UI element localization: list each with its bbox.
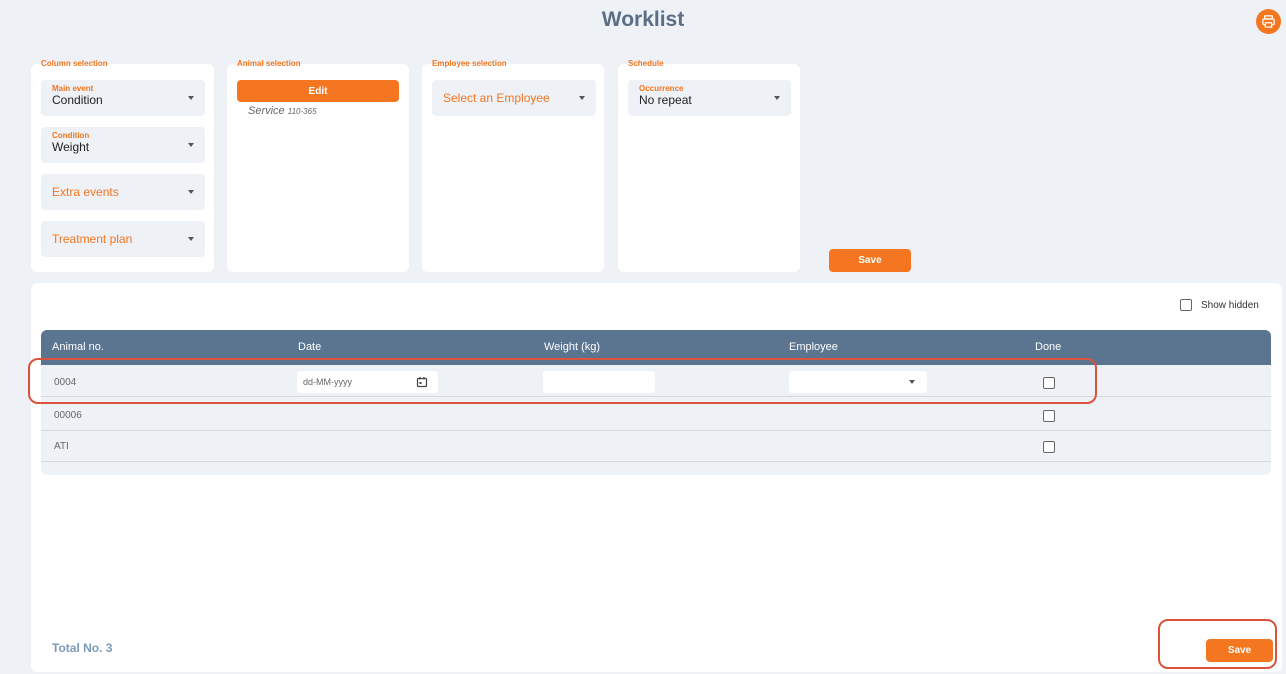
column-selection-label: Column selection <box>41 59 108 68</box>
service-name: Service <box>248 105 285 117</box>
chevron-down-icon <box>188 237 194 241</box>
condition-label: Condition <box>52 131 90 140</box>
column-header-date: Date <box>298 341 322 353</box>
edit-animals-button[interactable]: Edit <box>237 80 399 102</box>
row-highlight-box <box>28 358 1097 404</box>
chevron-down-icon <box>579 96 585 100</box>
condition-value: Weight <box>52 140 90 154</box>
chevron-down-icon <box>188 96 194 100</box>
done-checkbox[interactable] <box>1043 410 1055 422</box>
show-hidden-label: Show hidden <box>1201 299 1259 311</box>
employee-placeholder: Select an Employee <box>443 91 550 105</box>
extra-events-select[interactable]: Extra events <box>41 174 205 210</box>
chevron-down-icon <box>774 96 780 100</box>
occurrence-label: Occurrence <box>639 84 684 93</box>
condition-select[interactable]: Condition Weight <box>41 127 205 163</box>
table-row: ATI <box>41 431 1271 462</box>
printer-icon <box>1262 15 1275 28</box>
animal-no-cell: ATI <box>54 441 69 452</box>
treatment-plan-select[interactable]: Treatment plan <box>41 221 205 257</box>
employee-selection-label: Employee selection <box>432 59 507 68</box>
animal-no-cell: 00006 <box>54 410 82 421</box>
chevron-down-icon <box>188 190 194 194</box>
extra-events-placeholder: Extra events <box>52 185 119 199</box>
service-range: 110-365 <box>287 107 317 116</box>
schedule-label: Schedule <box>628 59 664 68</box>
column-header-done: Done <box>1035 341 1062 353</box>
main-event-select[interactable]: Main event Condition <box>41 80 205 116</box>
main-event-value: Condition <box>52 93 103 107</box>
chevron-down-icon <box>188 143 194 147</box>
done-checkbox[interactable] <box>1043 441 1055 453</box>
table-row: 00006 <box>41 400 1271 431</box>
page-title: Worklist <box>601 8 685 31</box>
occurrence-value: No repeat <box>639 93 692 107</box>
service-filter: Service 110-365 <box>248 105 317 117</box>
show-hidden-checkbox[interactable] <box>1180 299 1192 311</box>
main-event-label: Main event <box>52 84 94 93</box>
employee-select[interactable]: Select an Employee <box>432 80 596 116</box>
column-header-animal-no: Animal no. <box>52 341 104 353</box>
treatment-plan-placeholder: Treatment plan <box>52 232 133 246</box>
animal-selection-label: Animal selection <box>237 59 301 68</box>
occurrence-select[interactable]: Occurrence No repeat <box>628 80 791 116</box>
show-hidden-toggle[interactable]: Show hidden <box>1180 299 1259 311</box>
save-highlight-box <box>1158 619 1277 669</box>
column-header-employee: Employee <box>789 341 838 353</box>
print-button[interactable] <box>1256 9 1281 34</box>
save-settings-button[interactable]: Save <box>829 249 911 272</box>
column-header-weight: Weight (kg) <box>544 341 601 353</box>
total-count: Total No. 3 <box>52 641 113 655</box>
